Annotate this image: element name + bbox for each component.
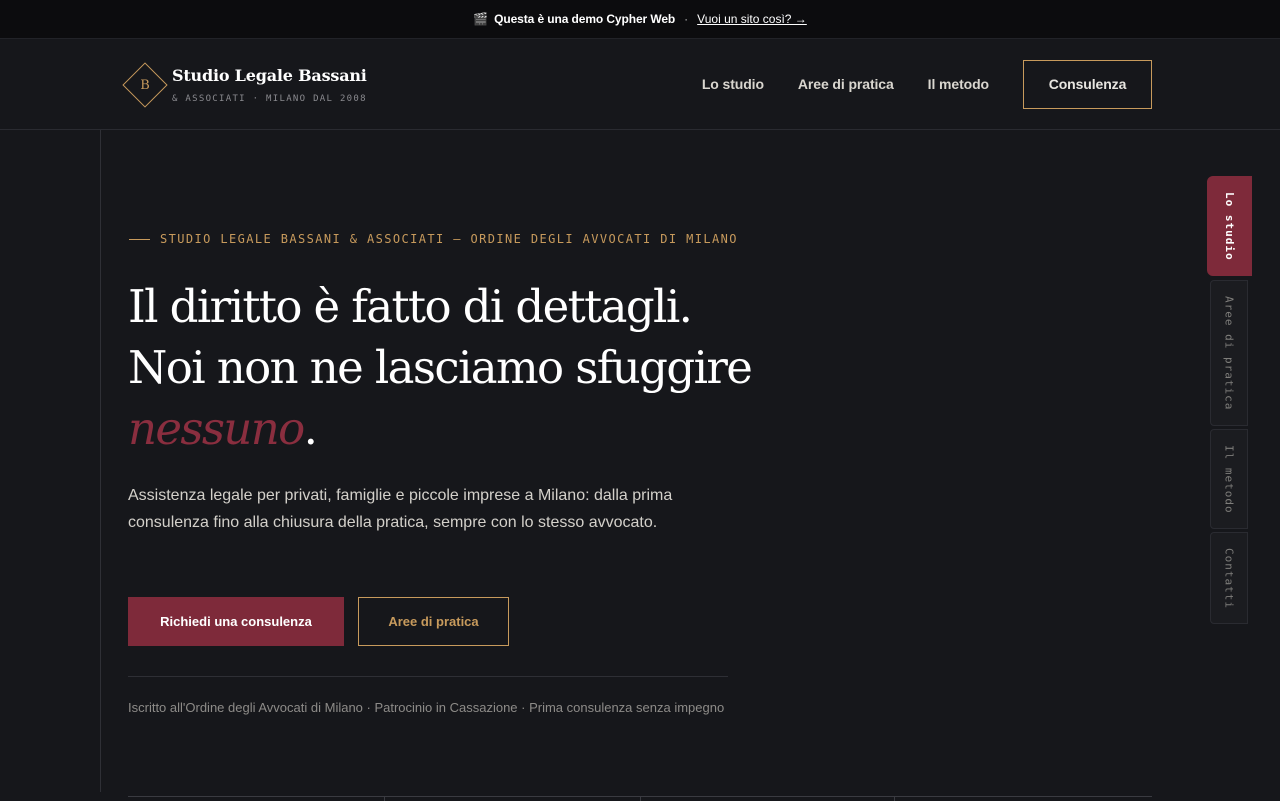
demo-banner-link[interactable]: Vuoi un sito così? →	[697, 12, 807, 26]
side-tab-label: Aree di pratica	[1222, 296, 1236, 411]
headline-period: .	[303, 402, 318, 455]
stats-strip-top	[128, 796, 1152, 801]
demo-banner: 🎬 Questa è una demo Cypher Web · Vuoi un…	[0, 0, 1280, 39]
left-divider	[100, 130, 101, 792]
stats-divider	[384, 796, 385, 801]
eyebrow-text: STUDIO LEGALE BASSANI & ASSOCIATI — ORDI…	[160, 232, 738, 246]
nav-item-aree-di-pratica[interactable]: Aree di pratica	[798, 76, 894, 92]
side-tab-label: Lo studio	[1223, 192, 1236, 261]
clapperboard-icon: 🎬	[473, 12, 489, 26]
eyebrow-dash	[129, 238, 150, 240]
stats-divider	[894, 796, 895, 801]
brand-name[interactable]: Studio Legale Bassani	[172, 66, 367, 85]
nav-item-il-metodo[interactable]: Il metodo	[928, 76, 989, 92]
side-tab-aree-di-pratica[interactable]: Aree di pratica	[1210, 280, 1248, 426]
side-tab-label: Il metodo	[1222, 445, 1236, 514]
headline-accent: nessuno	[128, 402, 305, 455]
brand-subtitle: & ASSOCIATI · MILANO DAL 2008	[172, 94, 367, 104]
hero-divider	[128, 676, 728, 677]
nav-item-lo-studio[interactable]: Lo studio	[702, 76, 764, 92]
hero-eyebrow: STUDIO LEGALE BASSANI & ASSOCIATI — ORDI…	[129, 232, 738, 246]
headline-line-2: Noi non ne lasciamo sfuggire	[128, 341, 753, 394]
demo-banner-text: Questa è una demo Cypher Web	[494, 12, 676, 26]
consulenza-button[interactable]: Consulenza	[1023, 59, 1152, 109]
side-tab-label: Contatti	[1222, 548, 1236, 609]
hero-lead: Assistenza legale per privati, famiglie …	[128, 487, 673, 531]
hero-credentials: Iscritto all'Ordine degli Avvocati di Mi…	[128, 700, 725, 715]
side-tab-contatti[interactable]: Contatti	[1210, 532, 1248, 624]
hero-headline: Il diritto è fatto di dettagli. Noi non …	[128, 276, 768, 459]
side-tab-il-metodo[interactable]: Il metodo	[1210, 429, 1248, 529]
site-header: B Studio Legale Bassani & ASSOCIATI · MI…	[0, 39, 1280, 130]
headline-line-1: Il diritto è fatto di dettagli.	[128, 280, 693, 333]
main-nav: Lo studio Aree di pratica Il metodo Cons…	[702, 39, 1152, 129]
practice-areas-button[interactable]: Aree di pratica	[358, 597, 509, 646]
demo-banner-separator: ·	[684, 12, 689, 26]
request-consultation-button[interactable]: Richiedi una consulenza	[128, 597, 344, 646]
side-tab-lo-studio[interactable]: Lo studio	[1207, 176, 1252, 276]
logo-monogram[interactable]: B	[129, 69, 161, 101]
stats-divider	[640, 796, 641, 801]
